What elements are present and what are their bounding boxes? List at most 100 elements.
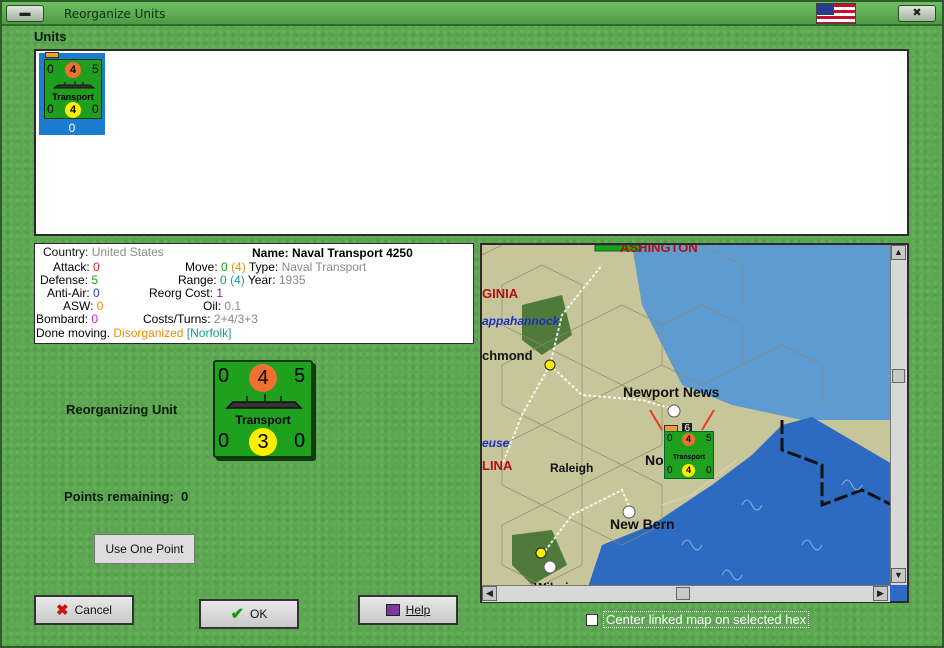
horizontal-scroll-thumb[interactable] bbox=[676, 587, 690, 600]
unit-counter-small: 0 4 5 Transport 0 4 0 bbox=[44, 59, 102, 119]
map-label-norfolk: No bbox=[645, 452, 664, 468]
slot-index: 0 bbox=[68, 121, 76, 135]
bombard-label: Bombard: bbox=[36, 312, 89, 326]
counter-top-left: 0 bbox=[218, 365, 230, 387]
asw-label: ASW: bbox=[63, 299, 94, 313]
units-label: Units bbox=[34, 29, 67, 44]
counter-bottom-left: 0 bbox=[47, 102, 54, 116]
map-label-carolina: LINA bbox=[482, 458, 513, 473]
move-max: (4) bbox=[231, 260, 246, 274]
counter-type-label: Transport bbox=[235, 413, 291, 427]
map-label-newport-news: Newport News bbox=[623, 384, 720, 400]
attack-value: 0 bbox=[93, 260, 100, 274]
counter-defense-circle: 4 bbox=[65, 102, 81, 118]
title-bar: ▬ Reorganize Units ✖ bbox=[2, 2, 942, 26]
help-label: Help bbox=[405, 603, 431, 617]
range-value: 0 bbox=[220, 273, 227, 287]
counter-defense-circle: 4 bbox=[682, 464, 695, 477]
center-linked-map-label: Center linked map on selected hex bbox=[603, 611, 810, 628]
counter-top-right: 5 bbox=[706, 433, 712, 444]
scroll-down-arrow-icon[interactable]: ▼ bbox=[891, 568, 906, 583]
antiair-label: Anti-Air: bbox=[47, 286, 90, 300]
reorganizing-unit-label: Reorganizing Unit bbox=[66, 402, 178, 417]
port-wilmington-icon bbox=[543, 560, 557, 574]
year-label: Year: bbox=[247, 273, 276, 287]
us-flag-icon bbox=[816, 3, 856, 24]
hq-marker-icon bbox=[45, 52, 59, 58]
counter-top-right: 5 bbox=[294, 365, 306, 387]
counter-bottom-left: 0 bbox=[667, 465, 673, 476]
counter-bottom-left: 0 bbox=[218, 430, 230, 452]
counter-bottom-right: 0 bbox=[92, 102, 99, 116]
counter-top-left: 0 bbox=[667, 433, 673, 444]
map-label-neuse: euse bbox=[482, 436, 510, 450]
use-one-point-label: Use One Point bbox=[105, 542, 184, 556]
unit-slot-selected[interactable]: 0 4 5 Transport 0 4 0 0 bbox=[39, 52, 105, 135]
cancel-label: Cancel bbox=[74, 603, 112, 617]
help-button[interactable]: Help bbox=[358, 595, 458, 625]
map-unit-counter[interactable]: 0 4 5 Transport 0 4 0 bbox=[664, 431, 714, 479]
oil-value: 0.1 bbox=[224, 299, 242, 313]
checkmark-icon: ✔ bbox=[230, 606, 245, 623]
points-remaining: Points remaining: 0 bbox=[64, 489, 188, 504]
map-label-rappahannock: appahannock bbox=[482, 314, 560, 328]
costs-label: Costs/Turns: bbox=[143, 312, 211, 326]
city-richmond-icon bbox=[544, 359, 556, 371]
year-value: 1935 bbox=[278, 273, 306, 287]
counter-attack-circle: 4 bbox=[249, 364, 277, 392]
map-label-washington: ASHINGTON bbox=[620, 243, 698, 255]
cancel-button[interactable]: ✖ Cancel bbox=[34, 595, 134, 625]
use-one-point-button[interactable]: Use One Point bbox=[94, 534, 195, 564]
bombard-value: 0 bbox=[91, 312, 99, 326]
reorganizing-unit-counter: 0 4 5 Transport 0 3 0 bbox=[213, 360, 313, 458]
vertical-scroll-thumb[interactable] bbox=[892, 369, 905, 383]
counter-bottom-right: 0 bbox=[294, 430, 306, 452]
scroll-left-arrow-icon[interactable]: ◀ bbox=[482, 586, 497, 601]
book-icon bbox=[385, 604, 400, 616]
map-horizontal-scrollbar[interactable]: ◀ ▶ bbox=[482, 585, 890, 602]
move-label: Move: bbox=[185, 260, 218, 274]
ship-icon bbox=[53, 81, 95, 89]
type-value: Naval Transport bbox=[281, 260, 367, 274]
status-location: [Norfolk] bbox=[186, 326, 232, 340]
name-label: Name: bbox=[252, 246, 289, 260]
map-label-new-bern: New Bern bbox=[610, 516, 675, 532]
port-newport-news-icon bbox=[667, 404, 681, 418]
scroll-up-arrow-icon[interactable]: ▲ bbox=[891, 245, 906, 260]
window-title: Reorganize Units bbox=[64, 7, 166, 21]
status-disorganized: Disorganized bbox=[113, 326, 184, 340]
type-label: Type: bbox=[248, 260, 279, 274]
reorg-cost-value: 1 bbox=[216, 286, 224, 300]
scroll-right-arrow-icon[interactable]: ▶ bbox=[873, 586, 888, 601]
map-label-virginia: GINIA bbox=[482, 286, 519, 301]
minimize-button[interactable]: ▬ bbox=[6, 5, 44, 22]
city-wilmington-icon bbox=[535, 547, 547, 559]
linked-map[interactable]: ASHINGTON GINIA appahannock chmond Newpo… bbox=[480, 243, 909, 603]
checkbox-box[interactable] bbox=[586, 613, 598, 626]
oil-label: Oil: bbox=[203, 299, 221, 313]
asw-value: 0 bbox=[96, 299, 104, 313]
units-list[interactable]: 0 4 5 Transport 0 4 0 0 bbox=[34, 49, 909, 236]
center-linked-map-checkbox[interactable]: Center linked map on selected hex bbox=[586, 611, 810, 628]
close-button[interactable]: ✖ bbox=[898, 5, 936, 22]
country-label: Country: bbox=[43, 245, 89, 259]
antiair-value: 0 bbox=[93, 286, 100, 300]
country-value: United States bbox=[91, 245, 164, 259]
ok-label: OK bbox=[250, 607, 268, 621]
counter-top-left: 0 bbox=[47, 62, 54, 76]
move-value: 0 bbox=[221, 260, 228, 274]
map-vertical-scrollbar[interactable]: ▲ ▼ bbox=[890, 245, 907, 585]
defense-label: Defense: bbox=[40, 273, 89, 287]
map-label-raleigh: Raleigh bbox=[550, 461, 594, 475]
range-label: Range: bbox=[178, 273, 217, 287]
cancel-x-icon: ✖ bbox=[56, 602, 69, 619]
reorganize-units-window: ▬ Reorganize Units ✖ Units 0 4 5 Transpo… bbox=[0, 0, 944, 648]
counter-defense-circle: 3 bbox=[249, 428, 277, 456]
defense-value: 5 bbox=[91, 273, 99, 287]
counter-top-right: 5 bbox=[92, 62, 99, 76]
counter-attack-circle: 4 bbox=[682, 433, 695, 446]
costs-value: 2+4/3+3 bbox=[213, 312, 258, 326]
ok-button[interactable]: ✔ OK bbox=[199, 599, 299, 629]
ship-icon bbox=[225, 394, 303, 409]
name-value: Naval Transport 4250 bbox=[292, 246, 413, 260]
